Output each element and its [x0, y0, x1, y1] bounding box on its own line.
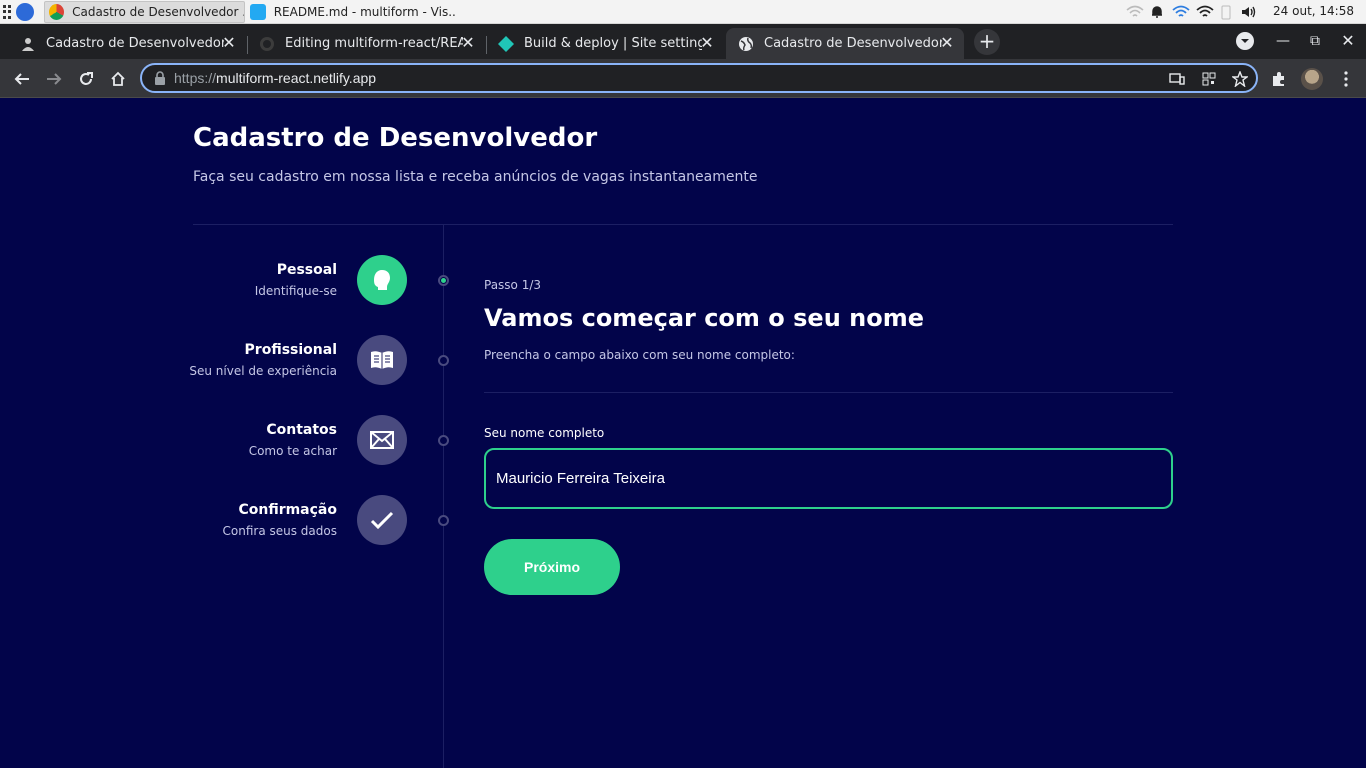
address-bar[interactable]: https://multiform-react.netlify.app: [140, 63, 1258, 93]
header-divider: [193, 224, 1173, 225]
app-launcher-icon[interactable]: [3, 5, 11, 19]
extensions-button[interactable]: [1266, 66, 1292, 92]
step-counter: Passo 1/3: [484, 278, 542, 292]
reload-button[interactable]: [73, 66, 99, 92]
step-icon-circle: [357, 255, 407, 305]
new-tab-button[interactable]: +: [974, 29, 1000, 55]
step-icon-circle: [357, 335, 407, 385]
tab-cadastro-active[interactable]: Cadastro de Desenvolvedor ✕: [726, 28, 964, 59]
step-pessoal[interactable]: Pessoal Identifique-se: [193, 255, 407, 307]
arrow-right-icon: [47, 73, 62, 85]
url-text[interactable]: https://multiform-react.netlify.app: [174, 70, 376, 86]
tab-label: Cadastro de Desenvolvedor: [46, 36, 224, 51]
form-description: Preencha o campo abaixo com seu nome com…: [484, 348, 795, 362]
globe-icon: [738, 36, 754, 52]
home-icon: [111, 71, 125, 86]
reload-icon: [80, 72, 93, 85]
step-profissional[interactable]: Profissional Seu nível de experiência: [189, 335, 407, 387]
back-button[interactable]: [9, 66, 35, 92]
mail-icon: [370, 431, 394, 449]
step-title: Confirmação: [238, 502, 337, 518]
session-icon[interactable]: [16, 3, 34, 21]
lock-icon[interactable]: [154, 71, 166, 85]
puzzle-icon: [1273, 72, 1284, 86]
battery-icon[interactable]: [1220, 4, 1232, 20]
page-content: Cadastro de Desenvolvedor Faça seu cadas…: [0, 98, 1366, 768]
user-icon: [374, 270, 390, 290]
volume-icon[interactable]: [1240, 5, 1258, 19]
step-marker: [438, 355, 449, 366]
close-tab-icon[interactable]: ✕: [220, 34, 238, 52]
step-icon-circle: [357, 415, 407, 465]
wifi-signal-faint-icon[interactable]: [1126, 5, 1144, 19]
check-icon: [370, 511, 394, 530]
full-name-input[interactable]: [484, 448, 1173, 509]
step-description: Como te achar: [248, 444, 337, 458]
taskbar-item-chrome[interactable]: Cadastro de Desenvolvedor ...: [44, 1, 245, 23]
close-tab-icon[interactable]: ✕: [938, 34, 956, 52]
arrow-left-icon: [14, 73, 29, 85]
home-button[interactable]: [105, 66, 131, 92]
step-description: Seu nível de experiência: [189, 364, 337, 378]
page-subtitle: Faça seu cadastro em nossa lista e receb…: [193, 169, 758, 185]
taskbar-item-label: README.md - multiform - Vis...: [273, 5, 456, 19]
netlify-icon: [498, 35, 514, 52]
cast-icon[interactable]: [1168, 70, 1186, 88]
form-title: Vamos começar com o seu nome: [484, 304, 924, 332]
browser-menu-icon[interactable]: [1333, 66, 1359, 92]
browser-tab-strip: Cadastro de Desenvolvedor ✕ Editing mult…: [0, 24, 1366, 59]
tab-label: Editing multiform-react/README: [285, 36, 463, 51]
step-description: Identifique-se: [254, 284, 337, 298]
step-marker: [438, 515, 449, 526]
tab-cadastro[interactable]: Cadastro de Desenvolvedor ✕: [8, 28, 246, 59]
step-description: Confira seus dados: [222, 524, 337, 538]
profile-avatar[interactable]: [1299, 66, 1325, 92]
close-tab-icon[interactable]: ✕: [459, 34, 477, 52]
form-divider: [484, 392, 1173, 393]
step-title: Contatos: [266, 422, 337, 438]
step-marker-active: [438, 275, 449, 286]
tab-search-icon[interactable]: [1233, 29, 1257, 53]
forward-button[interactable]: [41, 66, 67, 92]
app-favicon: [20, 36, 36, 52]
restore-icon[interactable]: ⧉: [1303, 29, 1327, 53]
step-confirmacao[interactable]: Confirmação Confira seus dados: [193, 495, 407, 547]
step-contatos[interactable]: Contatos Como te achar: [193, 415, 407, 467]
next-button[interactable]: Próximo: [484, 539, 620, 595]
page-title: Cadastro de Desenvolvedor: [193, 123, 598, 153]
bell-icon[interactable]: [1150, 5, 1164, 19]
tab-netlify-settings[interactable]: Build & deploy | Site settings ✕: [486, 28, 724, 59]
qr-code-icon[interactable]: [1200, 70, 1218, 88]
step-icon-circle: [357, 495, 407, 545]
close-tab-icon[interactable]: ✕: [698, 34, 716, 52]
chrome-icon: [49, 4, 65, 20]
network-icon[interactable]: [1196, 5, 1214, 19]
taskbar-item-vscode[interactable]: README.md - multiform - Vis...: [246, 1, 456, 23]
vscode-icon: [250, 4, 266, 20]
book-icon: [371, 351, 393, 369]
clock[interactable]: 24 out, 14:58: [1273, 4, 1354, 18]
tab-label: Build & deploy | Site settings: [524, 36, 702, 51]
tab-label: Cadastro de Desenvolvedor: [764, 36, 942, 51]
step-title: Pessoal: [276, 262, 337, 278]
github-icon: [259, 36, 275, 52]
full-name-label: Seu nome completo: [484, 426, 605, 440]
minimize-icon[interactable]: —: [1271, 29, 1295, 53]
step-title: Profissional: [244, 342, 337, 358]
browser-toolbar: https://multiform-react.netlify.app: [0, 59, 1366, 98]
taskbar-item-label: Cadastro de Desenvolvedor ...: [72, 5, 244, 19]
tab-github-readme[interactable]: Editing multiform-react/README ✕: [247, 28, 485, 59]
step-marker: [438, 435, 449, 446]
steps-timeline-line: [443, 225, 444, 768]
os-taskbar: Cadastro de Desenvolvedor ... README.md …: [0, 0, 1366, 24]
bookmark-star-icon[interactable]: [1231, 70, 1249, 88]
wifi-icon[interactable]: [1172, 5, 1190, 19]
close-window-icon[interactable]: ✕: [1336, 29, 1360, 53]
